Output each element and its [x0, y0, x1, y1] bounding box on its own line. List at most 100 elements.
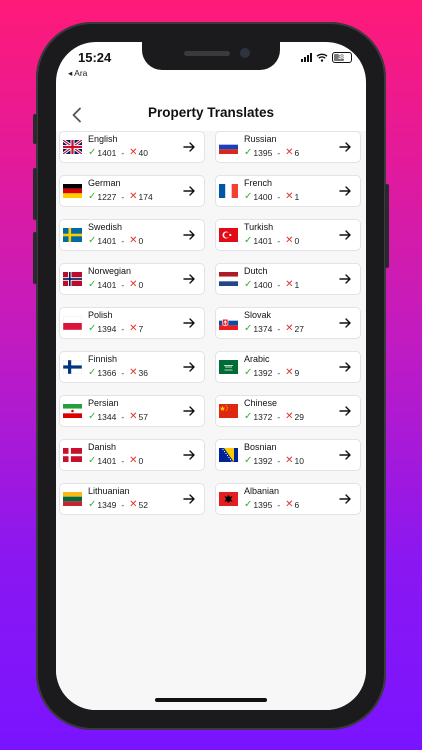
arrow-right-icon[interactable]	[182, 140, 196, 154]
check-icon: ✓	[88, 367, 97, 378]
language-card-polish[interactable]: Polish ✓ 1394- ✕ 7	[59, 307, 205, 339]
check-icon: ✓	[244, 147, 253, 158]
arrow-right-icon[interactable]	[182, 492, 196, 506]
translated-count: 1349	[97, 499, 117, 510]
cross-icon: ✕	[285, 455, 294, 466]
language-name: Slovak	[244, 310, 272, 320]
language-card-danish[interactable]: Danish ✓ 1401- ✕ 0	[59, 439, 205, 471]
arrow-right-icon[interactable]	[338, 404, 352, 418]
separator: -	[121, 323, 125, 334]
translation-stats: ✓ 1372- ✕ 29	[244, 411, 304, 422]
separator: -	[277, 367, 281, 378]
separator: -	[277, 279, 281, 290]
arrow-right-icon[interactable]	[338, 140, 352, 154]
arrow-right-icon[interactable]	[182, 184, 196, 198]
translation-stats: ✓ 1395- ✕ 6	[244, 147, 299, 158]
flag-de-icon	[63, 184, 82, 198]
missing-count: 27	[294, 323, 305, 334]
language-card-norwegian[interactable]: Norwegian ✓ 1401- ✕ 0	[59, 263, 205, 295]
language-name: Lithuanian	[88, 486, 130, 496]
language-name: Polish	[88, 310, 113, 320]
arrow-right-icon[interactable]	[338, 448, 352, 462]
flag-ba-icon	[219, 448, 238, 462]
arrow-right-icon[interactable]	[182, 404, 196, 418]
translated-count: 1374	[253, 323, 273, 334]
language-name: Swedish	[88, 222, 123, 232]
language-card-german[interactable]: German ✓ 1227- ✕ 174	[59, 175, 205, 207]
screen: 15:24 ◂ Ara 38 Property Translates Engli…	[56, 42, 366, 710]
cross-icon: ✕	[285, 367, 294, 378]
language-name: Norwegian	[88, 266, 132, 276]
check-icon: ✓	[88, 323, 97, 334]
translation-stats: ✓ 1394- ✕ 7	[88, 323, 143, 334]
language-name: German	[88, 178, 121, 188]
check-icon: ✓	[244, 323, 253, 334]
separator: -	[121, 455, 125, 466]
translated-count: 1401	[97, 147, 117, 158]
signal-icon	[301, 53, 312, 62]
phone-frame: 15:24 ◂ Ara 38 Property Translates Engli…	[33, 22, 389, 730]
check-icon: ✓	[88, 455, 97, 466]
translated-count: 1392	[253, 367, 273, 378]
separator: -	[277, 191, 281, 202]
status-back-link[interactable]: ◂ Ara	[68, 68, 87, 79]
home-indicator[interactable]	[155, 698, 267, 702]
arrow-right-icon[interactable]	[338, 492, 352, 506]
missing-count: 36	[138, 367, 149, 378]
language-name: Bosnian	[244, 442, 277, 452]
translation-stats: ✓ 1349- ✕ 52	[88, 499, 148, 510]
language-card-swedish[interactable]: Swedish ✓ 1401- ✕ 0	[59, 219, 205, 251]
arrow-right-icon[interactable]	[182, 360, 196, 374]
arrow-right-icon[interactable]	[182, 272, 196, 286]
language-card-albanian[interactable]: Albanian ✓ 1395- ✕ 6	[215, 483, 361, 515]
cross-icon: ✕	[129, 235, 138, 246]
language-card-french[interactable]: French ✓ 1400- ✕ 1	[215, 175, 361, 207]
translated-count: 1400	[253, 191, 273, 202]
speaker	[184, 51, 230, 56]
language-card-persian[interactable]: Persian ✓ 1344- ✕ 57	[59, 395, 205, 427]
language-card-bosnian[interactable]: Bosnian ✓ 1392- ✕ 10	[215, 439, 361, 471]
language-card-turkish[interactable]: Turkish ✓ 1401- ✕ 0	[215, 219, 361, 251]
app-bar: Property Translates	[56, 100, 366, 130]
language-card-arabic[interactable]: Arabic ✓ 1392- ✕ 9	[215, 351, 361, 383]
arrow-right-icon[interactable]	[338, 272, 352, 286]
flag-sk-icon	[219, 316, 238, 330]
translation-stats: ✓ 1392- ✕ 9	[244, 367, 299, 378]
missing-count: 6	[294, 147, 300, 158]
flag-dk-icon	[63, 448, 82, 462]
flag-tr-icon	[219, 228, 238, 242]
check-icon: ✓	[88, 499, 97, 510]
language-card-slovak[interactable]: Slovak ✓ 1374- ✕ 27	[215, 307, 361, 339]
check-icon: ✓	[244, 455, 253, 466]
translated-count: 1395	[253, 499, 273, 510]
cross-icon: ✕	[129, 455, 138, 466]
arrow-right-icon[interactable]	[182, 228, 196, 242]
phone-volume-down	[33, 232, 37, 284]
arrow-right-icon[interactable]	[338, 184, 352, 198]
check-icon: ✓	[244, 191, 253, 202]
arrow-right-icon[interactable]	[338, 360, 352, 374]
language-card-english[interactable]: English ✓ 1401- ✕ 40	[59, 131, 205, 163]
cross-icon: ✕	[285, 191, 294, 202]
language-card-lithuanian[interactable]: Lithuanian ✓ 1349- ✕ 52	[59, 483, 205, 515]
separator: -	[277, 411, 281, 422]
arrow-right-icon[interactable]	[182, 448, 196, 462]
language-name: English	[88, 134, 118, 144]
language-card-dutch[interactable]: Dutch ✓ 1400- ✕ 1	[215, 263, 361, 295]
arrow-right-icon[interactable]	[182, 316, 196, 330]
arrow-right-icon[interactable]	[338, 228, 352, 242]
translation-stats: ✓ 1344- ✕ 57	[88, 411, 148, 422]
translated-count: 1394	[97, 323, 117, 334]
missing-count: 7	[138, 323, 144, 334]
translated-count: 1392	[253, 455, 273, 466]
translation-stats: ✓ 1366- ✕ 36	[88, 367, 148, 378]
battery-level: 38	[338, 54, 346, 61]
language-list: English ✓ 1401- ✕ 40 Russian ✓ 1395- ✕ 6 German ✓ 12…	[56, 131, 366, 710]
wifi-icon	[316, 53, 328, 62]
separator: -	[121, 499, 125, 510]
language-card-finnish[interactable]: Finnish ✓ 1366- ✕ 36	[59, 351, 205, 383]
language-card-russian[interactable]: Russian ✓ 1395- ✕ 6	[215, 131, 361, 163]
flag-sa-icon	[219, 360, 238, 374]
arrow-right-icon[interactable]	[338, 316, 352, 330]
language-card-chinese[interactable]: Chinese ✓ 1372- ✕ 29	[215, 395, 361, 427]
